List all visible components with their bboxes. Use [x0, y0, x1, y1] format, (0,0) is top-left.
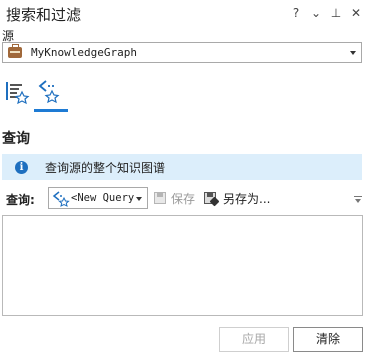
title-bar: 搜索和过滤 ? ⌄ ⊥ ✕	[0, 0, 370, 28]
query-filter-icon	[52, 191, 70, 207]
info-banner: i 查询源的整个知识图谱	[2, 154, 362, 180]
help-icon[interactable]: ?	[290, 6, 302, 20]
search-list-icon	[6, 82, 30, 105]
footer: 应用 清除	[0, 322, 370, 356]
save-as-label: 另存为...	[223, 192, 271, 206]
section-title: 查询	[2, 131, 30, 147]
pane-title: 搜索和过滤	[6, 6, 82, 24]
tab-search-list[interactable]	[2, 74, 32, 110]
save-label: 保存	[171, 192, 196, 206]
query-dropdown[interactable]: <New Query	[48, 187, 148, 209]
save-icon	[154, 192, 166, 204]
info-text: 查询源的整个知识图谱	[45, 161, 166, 175]
knowledge-graph-icon	[8, 44, 22, 58]
query-value: <New Query	[71, 192, 135, 204]
query-toolbar: 查询: <New Query 保存 另存为...	[2, 186, 364, 212]
chevron-down-icon[interactable]	[350, 51, 356, 55]
source-dropdown[interactable]: MyKnowledgeGraph	[2, 42, 362, 63]
source-value: MyKnowledgeGraph	[31, 46, 137, 59]
options-menu-icon[interactable]: ⌄	[310, 6, 322, 20]
close-icon[interactable]: ✕	[350, 6, 362, 20]
chevron-down-icon[interactable]	[136, 197, 142, 201]
edit-pen-icon	[209, 196, 220, 207]
filter-query-icon	[38, 80, 60, 104]
tab-filter-query[interactable]	[34, 74, 68, 112]
query-label: 查询:	[6, 193, 35, 207]
pin-icon[interactable]: ⊥	[330, 6, 342, 20]
info-icon: i	[15, 161, 28, 174]
query-editor[interactable]	[2, 215, 363, 316]
apply-button[interactable]: 应用	[219, 327, 289, 352]
tool-tabs	[2, 74, 82, 114]
clear-button[interactable]: 清除	[293, 327, 363, 352]
window-controls: ? ⌄ ⊥ ✕	[290, 6, 362, 20]
toolbar-overflow-icon[interactable]	[354, 196, 362, 206]
